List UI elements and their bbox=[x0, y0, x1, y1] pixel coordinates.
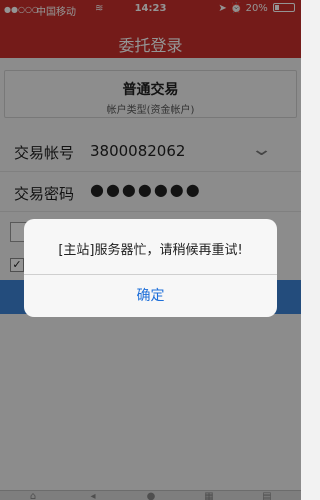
alert-dialog: [主站]服务器忙，请稍候再重试! 确定 bbox=[24, 219, 277, 317]
modal-overlay: [主站]服务器忙，请稍候再重试! 确定 bbox=[0, 0, 301, 500]
dialog-message: [主站]服务器忙，请稍候再重试! bbox=[58, 243, 243, 258]
ok-button[interactable]: 确定 bbox=[24, 275, 277, 317]
